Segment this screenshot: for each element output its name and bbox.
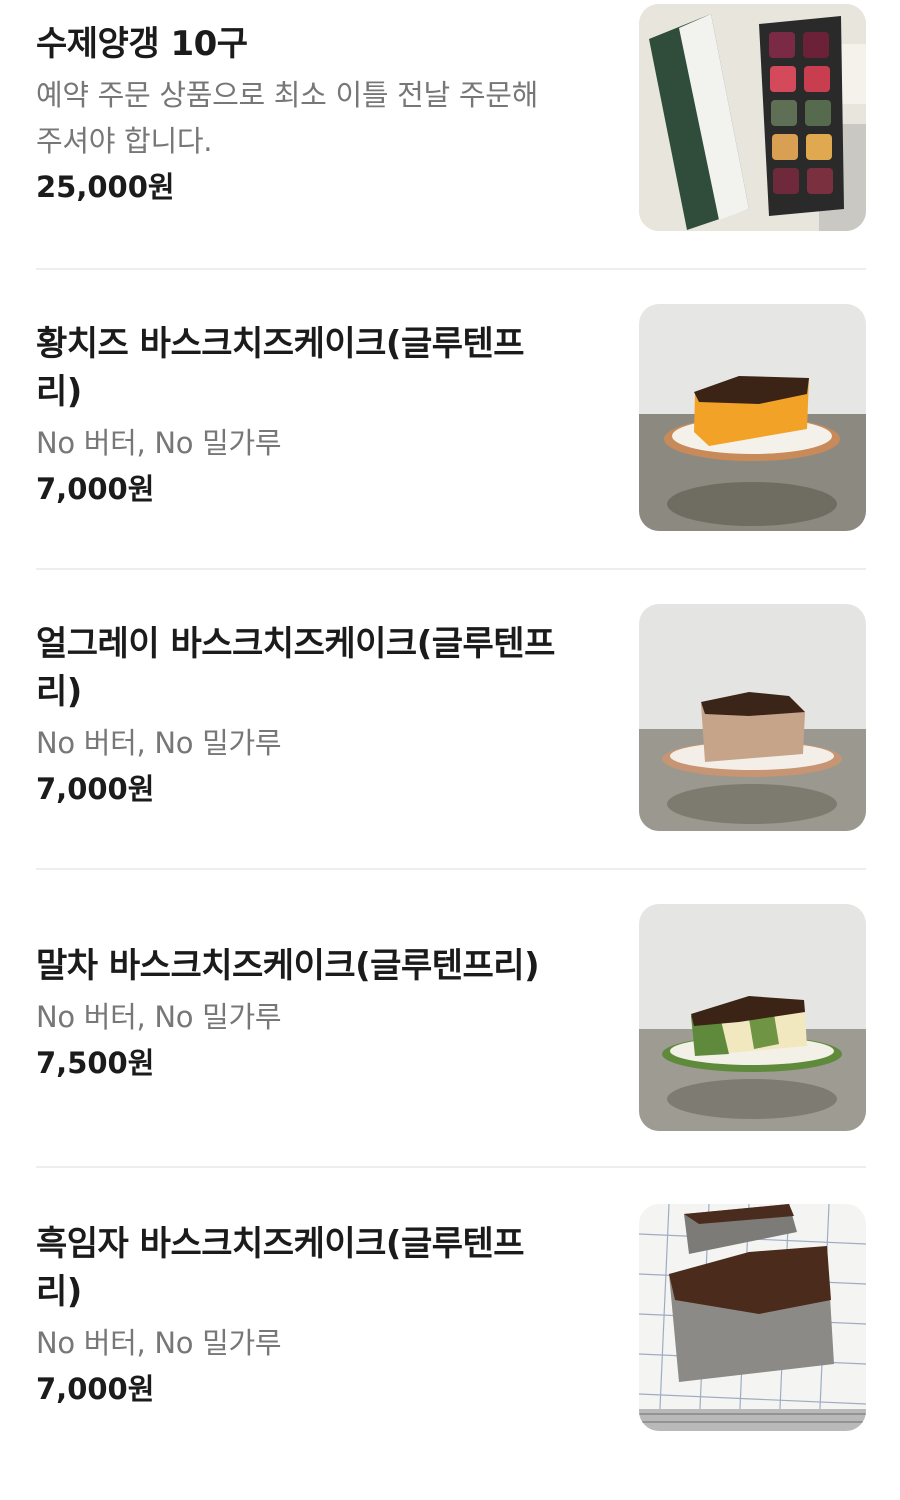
matcha-cheesecake-image xyxy=(639,904,866,1131)
item-price: 7,500원 xyxy=(36,1046,155,1080)
divider xyxy=(36,868,866,870)
menu-item-yellow-cheese-basque[interactable]: 황치즈 바스크치즈케이크(글루텐프 리) No 버터, No 밀가루 7,000… xyxy=(0,300,900,600)
item-description: No 버터, No 밀가루 xyxy=(36,1000,282,1034)
menu-item-matcha-basque[interactable]: 말차 바스크치즈케이크(글루텐프리) No 버터, No 밀가루 7,500원 xyxy=(0,900,900,1200)
yanggaeng-gift-box-image xyxy=(639,4,866,231)
item-price: 7,000원 xyxy=(36,472,155,506)
earl-grey-cheesecake-image xyxy=(639,604,866,831)
item-price: 7,000원 xyxy=(36,772,155,806)
item-name-line: 흑임자 바스크치즈케이크(글루텐프 xyxy=(36,1224,525,1264)
item-name: 수제양갱 10구 xyxy=(36,24,248,64)
divider xyxy=(36,268,866,270)
item-description-line: 주셔야 합니다. xyxy=(36,124,213,158)
item-description: No 버터, No 밀가루 xyxy=(36,726,282,760)
item-text: 얼그레이 바스크치즈케이크(글루텐프 리) No 버터, No 밀가루 7,00… xyxy=(36,620,606,812)
matcha-cheesecake-photo[interactable] xyxy=(639,904,866,1131)
yellow-cheese-cake-photo[interactable] xyxy=(639,304,866,531)
yellow-cheese-cake-image xyxy=(639,304,866,531)
item-name-line: 리) xyxy=(36,672,82,712)
item-description: No 버터, No 밀가루 xyxy=(36,1326,282,1360)
item-text: 수제양갱 10구 예약 주문 상품으로 최소 이틀 전날 주문해 주셔야 합니다… xyxy=(36,20,606,210)
yanggaeng-gift-box-photo[interactable] xyxy=(639,4,866,231)
item-name: 황치즈 바스크치즈케이크(글루텐프 리) xyxy=(36,320,606,416)
item-description: No 버터, No 밀가루 xyxy=(36,426,282,460)
item-name-line: 황치즈 바스크치즈케이크(글루텐프 xyxy=(36,324,525,364)
item-name-line: 얼그레이 바스크치즈케이크(글루텐프 xyxy=(36,624,555,664)
item-description-line: 예약 주문 상품으로 최소 이틀 전날 주문해 xyxy=(36,78,538,112)
menu-item-black-sesame-basque[interactable]: 흑임자 바스크치즈케이크(글루텐프 리) No 버터, No 밀가루 7,000… xyxy=(0,1200,900,1500)
item-name: 얼그레이 바스크치즈케이크(글루텐프 리) xyxy=(36,620,606,716)
menu-list: 수제양갱 10구 예약 주문 상품으로 최소 이틀 전날 주문해 주셔야 합니다… xyxy=(0,0,900,1437)
item-name-line: 리) xyxy=(36,1272,82,1312)
item-description: 예약 주문 상품으로 최소 이틀 전날 주문해 주셔야 합니다. xyxy=(36,72,606,164)
menu-item-yanggaeng[interactable]: 수제양갱 10구 예약 주문 상품으로 최소 이틀 전날 주문해 주셔야 합니다… xyxy=(0,0,900,300)
item-name: 흑임자 바스크치즈케이크(글루텐프 리) xyxy=(36,1220,606,1316)
earl-grey-cheesecake-photo[interactable] xyxy=(639,604,866,831)
item-price: 25,000원 xyxy=(36,170,175,204)
item-name-line: 리) xyxy=(36,372,82,412)
item-text: 흑임자 바스크치즈케이크(글루텐프 리) No 버터, No 밀가루 7,000… xyxy=(36,1220,606,1412)
item-price: 7,000원 xyxy=(36,1372,155,1406)
divider xyxy=(36,568,866,570)
divider xyxy=(36,1166,866,1168)
menu-item-earl-grey-basque[interactable]: 얼그레이 바스크치즈케이크(글루텐프 리) No 버터, No 밀가루 7,00… xyxy=(0,600,900,900)
item-text: 황치즈 바스크치즈케이크(글루텐프 리) No 버터, No 밀가루 7,000… xyxy=(36,320,606,512)
black-sesame-cheesecake-image xyxy=(639,1204,866,1431)
item-text: 말차 바스크치즈케이크(글루텐프리) No 버터, No 밀가루 7,500원 xyxy=(36,942,606,1086)
item-name: 말차 바스크치즈케이크(글루텐프리) xyxy=(36,946,540,986)
black-sesame-cheesecake-photo[interactable] xyxy=(639,1204,866,1431)
